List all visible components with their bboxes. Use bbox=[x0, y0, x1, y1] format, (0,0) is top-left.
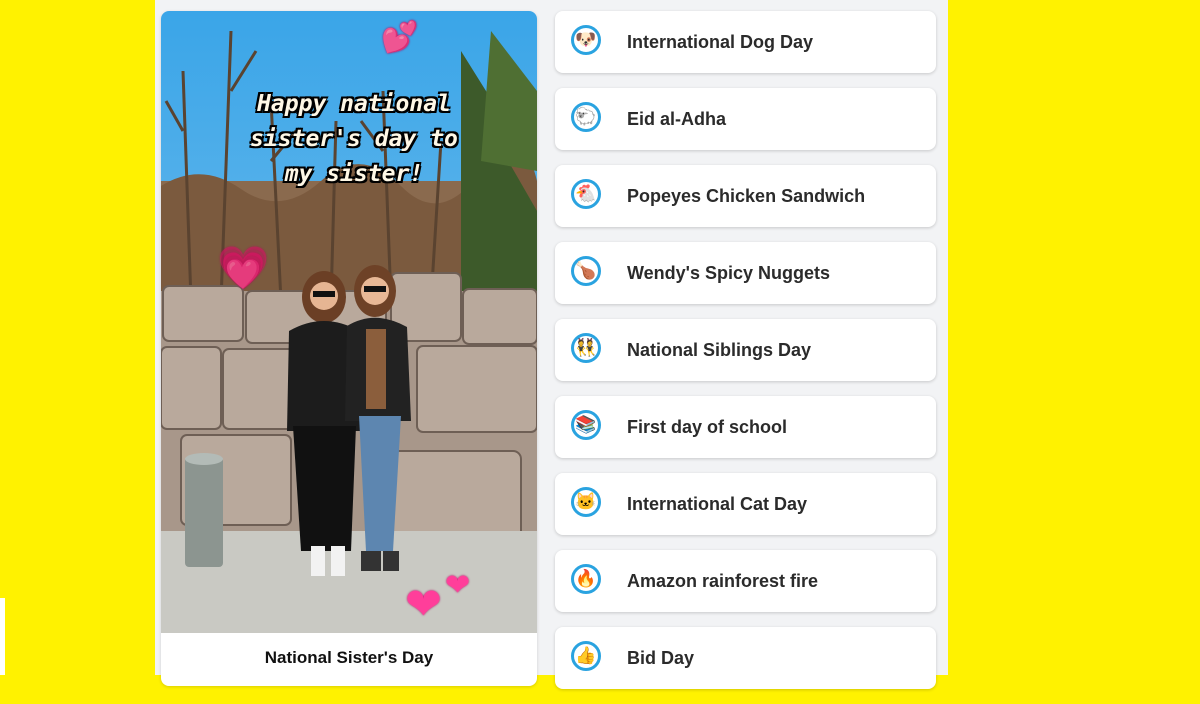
lens-item-amazon-rainforest-fire[interactable]: 🔥 Amazon rainforest fire bbox=[555, 550, 936, 612]
lens-label: Amazon rainforest fire bbox=[627, 571, 819, 591]
lens-label: International Dog Day bbox=[627, 32, 814, 52]
lens-label: Bid Day bbox=[627, 648, 695, 668]
story-overlay-text: Happy national sister's day to my sister… bbox=[250, 91, 458, 187]
thumbs-up-icon: 👍 bbox=[571, 641, 601, 671]
story-caption: National Sister's Day bbox=[264, 648, 434, 667]
lens-item-international-dog-day[interactable]: 🐶 International Dog Day bbox=[555, 11, 936, 73]
lens-item-bid-day[interactable]: 👍 Bid Day bbox=[555, 627, 936, 689]
heart-sticker-icon: 💗 bbox=[217, 244, 270, 291]
story-photo: Happy national sister's day to my sister… bbox=[161, 11, 537, 633]
dog-face-icon: 🐶 bbox=[571, 25, 601, 55]
lens-label: Popeyes Chicken Sandwich bbox=[627, 186, 866, 206]
lens-label: Eid al-Adha bbox=[627, 109, 727, 129]
lens-label: First day of school bbox=[627, 417, 788, 437]
sheep-icon: 🐑 bbox=[571, 102, 601, 132]
story-preview-card[interactable]: Happy national sister's day to my sister… bbox=[161, 11, 537, 686]
siblings-icon: 👯 bbox=[571, 333, 601, 363]
lens-label: Wendy's Spicy Nuggets bbox=[627, 263, 830, 283]
lens-item-first-day-of-school[interactable]: 📚 First day of school bbox=[555, 396, 936, 458]
edge-strip bbox=[0, 598, 5, 675]
poultry-leg-icon: 🍗 bbox=[571, 256, 601, 286]
chicken-icon: 🐔 bbox=[571, 179, 601, 209]
heart-sticker-icon: ❤ bbox=[405, 580, 442, 629]
lens-item-international-cat-day[interactable]: 🐱 International Cat Day bbox=[555, 473, 936, 535]
lens-label: International Cat Day bbox=[627, 494, 808, 514]
books-icon: 📚 bbox=[571, 410, 601, 440]
lens-item-wendys-spicy-nuggets[interactable]: 🍗 Wendy's Spicy Nuggets bbox=[555, 242, 936, 304]
heart-sticker-icon: 💕 bbox=[381, 21, 419, 54]
lens-list: 🐶 International Dog Day 🐑 Eid al-Adha 🐔 … bbox=[555, 11, 936, 704]
lens-item-eid-al-adha[interactable]: 🐑 Eid al-Adha bbox=[555, 88, 936, 150]
fire-icon: 🔥 bbox=[571, 564, 601, 594]
lens-item-popeyes-chicken-sandwich[interactable]: 🐔 Popeyes Chicken Sandwich bbox=[555, 165, 936, 227]
heart-sticker-icon: ❤ bbox=[445, 569, 471, 602]
lens-label: National Siblings Day bbox=[627, 340, 812, 360]
lens-item-national-siblings-day[interactable]: 👯 National Siblings Day bbox=[555, 319, 936, 381]
cat-face-icon: 🐱 bbox=[571, 487, 601, 517]
